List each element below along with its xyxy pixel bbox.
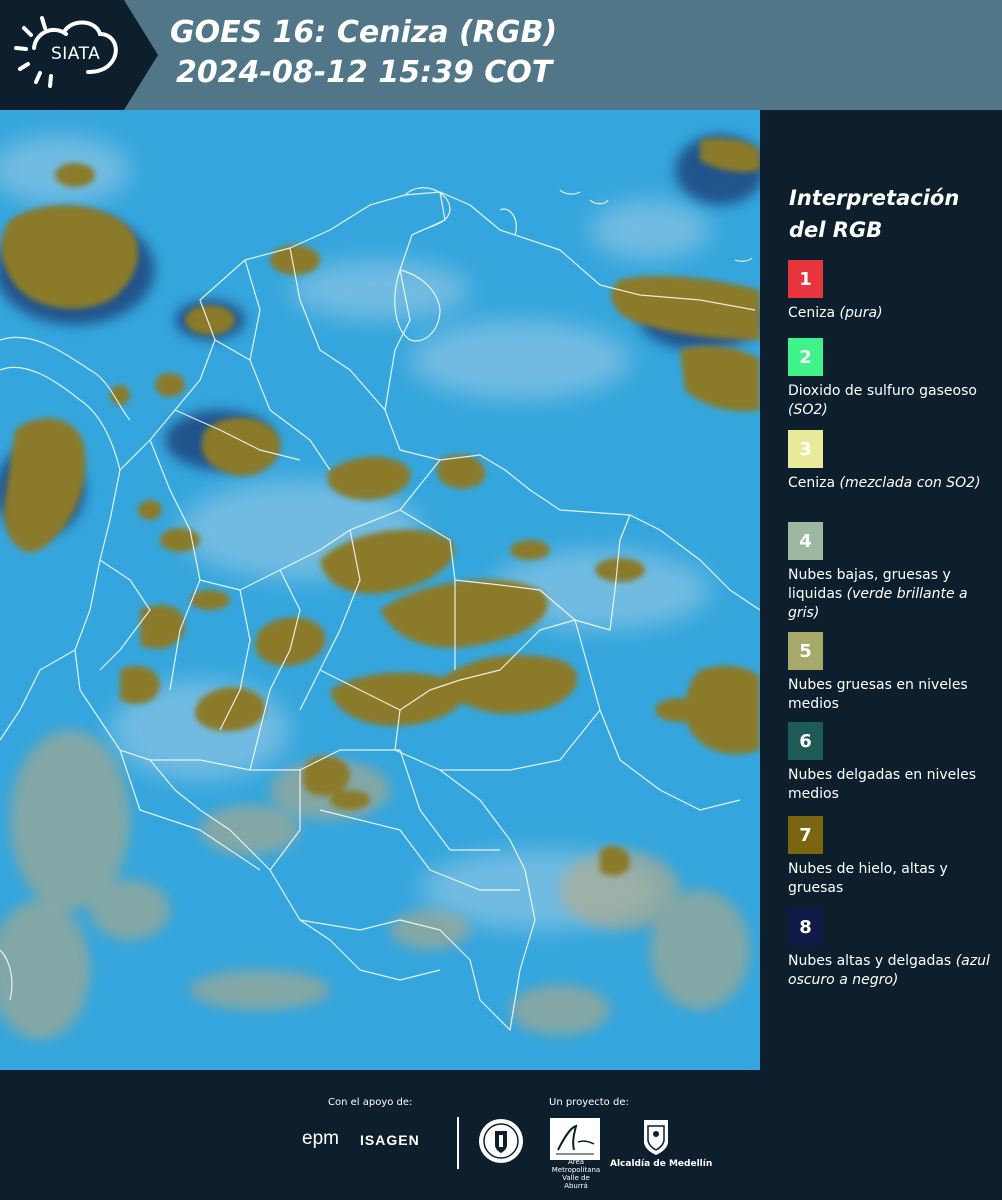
legend-label: Nubes delgadas en niveles medios	[788, 766, 998, 804]
legend-item: 8 Nubes altas y delgadas (azul oscuro a n…	[788, 908, 998, 990]
satellite-map	[0, 110, 760, 1070]
footer-divider	[457, 1117, 459, 1169]
legend-label-text: Ceniza	[788, 305, 836, 321]
legend-item: 4 Nubes bajas, gruesas y liquidas (verde …	[788, 522, 998, 623]
legend-label: Nubes gruesas en niveles medios	[788, 676, 998, 714]
legend-item: 6 Nubes delgadas en niveles medios	[788, 722, 998, 804]
legend-label-text: Nubes gruesas en niveles medios	[788, 677, 968, 712]
page-title: GOES 16: Ceniza (RGB)	[170, 15, 558, 50]
alcaldia-label: Alcaldía de Medellín	[610, 1159, 713, 1169]
satellite-image	[0, 110, 760, 1070]
legend-item: 5 Nubes gruesas en niveles medios	[788, 632, 998, 714]
legend-item: 7 Nubes de hielo, altas y gruesas	[788, 816, 998, 898]
legend-swatch: 3	[788, 430, 823, 468]
support-label: Con el apoyo de:	[328, 1097, 413, 1108]
area-metropolitana-logo	[550, 1118, 600, 1160]
legend-label: Dioxido de sulfuro gaseoso (SO2)	[788, 382, 998, 420]
epm-logo: epm	[302, 1128, 339, 1149]
legend-swatch: 6	[788, 722, 823, 760]
legend-label: Nubes bajas, gruesas y liquidas (verde b…	[788, 566, 998, 623]
legend-label-text: Dioxido de sulfuro gaseoso	[788, 383, 977, 399]
footer: Con el apoyo de: Un proyecto de: epm ISA…	[0, 1070, 1002, 1200]
legend-label-text: Nubes de hielo, altas y gruesas	[788, 861, 948, 896]
project-label: Un proyecto de:	[549, 1097, 629, 1108]
legend-swatch: 4	[788, 522, 823, 560]
area-metropolitana-label: Área Metropolitana Valle de Aburrá	[551, 1158, 601, 1190]
legend-swatch: 5	[788, 632, 823, 670]
medellin-shield-icon	[644, 1120, 668, 1155]
legend-label: Nubes de hielo, altas y gruesas	[788, 860, 998, 898]
legend-item: 2 Dioxido de sulfuro gaseoso (SO2)	[788, 338, 998, 420]
legend-label: Ceniza (pura)	[788, 304, 998, 323]
legend-swatch: 2	[788, 338, 823, 376]
seal-icon	[479, 1119, 523, 1163]
isagen-logo: ISAGEN	[360, 1132, 420, 1148]
legend-label: Ceniza (mezclada con SO2)	[788, 474, 998, 493]
legend-label-text: Nubes delgadas en niveles medios	[788, 767, 977, 802]
legend-panel: Interpretación del RGB 1 Ceniza (pura) 2 Di…	[760, 110, 1002, 1070]
siata-logo-text: SIATA	[51, 44, 101, 64]
timestamp: 2024-08-12 15:39 COT	[176, 55, 553, 90]
legend-item: 3 Ceniza (mezclada con SO2)	[788, 430, 998, 493]
legend-label-note: (mezclada con SO2)	[839, 475, 981, 491]
legend-item: 1 Ceniza (pura)	[788, 260, 998, 323]
legend-title: Interpretación del RGB	[789, 186, 960, 242]
legend-label: Nubes altas y delgadas (azul oscuro a ne…	[788, 952, 998, 990]
legend-label-text: Ceniza	[788, 475, 836, 491]
legend-label-text: Nubes altas y delgadas	[788, 953, 952, 969]
legend-swatch: 8	[788, 908, 823, 946]
legend-swatch: 7	[788, 816, 823, 854]
legend-swatch: 1	[788, 260, 823, 298]
legend-label-note: (SO2)	[788, 402, 828, 418]
legend-label-note: (pura)	[839, 305, 883, 321]
